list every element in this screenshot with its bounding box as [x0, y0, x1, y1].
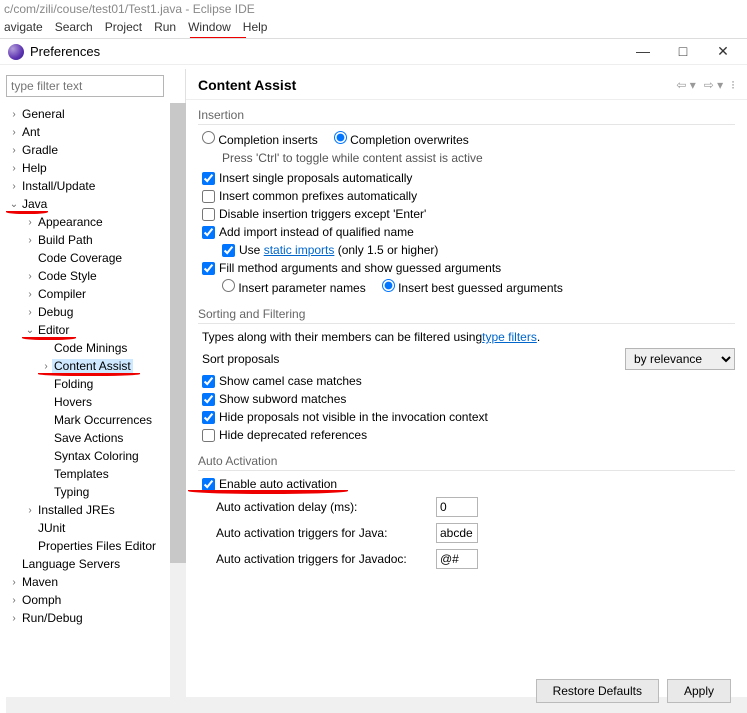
dialog-title: Preferences	[30, 44, 631, 59]
menu-icon[interactable]: ⁝	[731, 78, 735, 92]
tree-item-general[interactable]: ›General	[0, 105, 185, 123]
check-insert-single[interactable]	[202, 172, 215, 185]
menu-project[interactable]: Project	[105, 20, 142, 34]
maximize-button[interactable]: □	[671, 43, 695, 60]
tree-item-ant[interactable]: ›Ant	[0, 123, 185, 141]
sort-proposals-select[interactable]: by relevance	[625, 348, 735, 370]
auto-triggers-java-label: Auto activation triggers for Java:	[216, 526, 436, 540]
check-subword[interactable]	[202, 393, 215, 406]
insertion-group: Insertion Completion inserts Completion …	[198, 108, 735, 295]
apply-button[interactable]: Apply	[667, 679, 731, 703]
check-hide-deprecated[interactable]	[202, 429, 215, 442]
check-hide-not-visible[interactable]	[202, 411, 215, 424]
tree-item-oomph[interactable]: ›Oomph	[0, 591, 185, 609]
tree-item-code-style[interactable]: ›Code Style	[0, 267, 185, 285]
close-button[interactable]: ✕	[711, 43, 735, 60]
menu-navigate[interactable]: avigate	[4, 20, 43, 34]
tree-item-appearance[interactable]: ›Appearance	[0, 213, 185, 231]
radio-completion-overwrites[interactable]: Completion overwrites	[334, 131, 469, 147]
menu-run[interactable]: Run	[154, 20, 176, 34]
forward-icon[interactable]: ⇨ ▾	[704, 78, 723, 92]
check-insert-common[interactable]	[202, 190, 215, 203]
tree-item-syntax-coloring[interactable]: Syntax Coloring	[0, 447, 185, 465]
eclipse-icon	[8, 44, 24, 60]
sort-proposals-label: Sort proposals	[202, 352, 279, 366]
filter-input[interactable]	[6, 75, 164, 97]
tree-item-help[interactable]: ›Help	[0, 159, 185, 177]
tree-item-save-actions[interactable]: Save Actions	[0, 429, 185, 447]
sidebar: ›General›Ant›Gradle›Help›Install/Update⌄…	[0, 69, 186, 713]
sidebar-scrollbar-v[interactable]	[170, 103, 186, 713]
check-fill-args[interactable]	[202, 262, 215, 275]
tree-item-build-path[interactable]: ›Build Path	[0, 231, 185, 249]
menu-help[interactable]: Help	[243, 20, 268, 34]
tree-item-templates[interactable]: Templates	[0, 465, 185, 483]
menubar: avigate Search Project Run Window Help	[0, 18, 747, 36]
insertion-title: Insertion	[198, 108, 735, 125]
sorting-group: Sorting and Filtering Types along with t…	[198, 307, 735, 442]
red-annotation	[6, 209, 48, 214]
check-disable-triggers[interactable]	[202, 208, 215, 221]
content-pane: Content Assist ⇦ ▾ ⇨ ▾ ⁝ Insertion Compl…	[186, 69, 747, 713]
tree-item-install-update[interactable]: ›Install/Update	[0, 177, 185, 195]
auto-delay-field[interactable]	[436, 497, 478, 517]
menu-search[interactable]: Search	[55, 20, 93, 34]
tree-item-code-minings[interactable]: Code Minings	[0, 339, 185, 357]
tree-item-debug[interactable]: ›Debug	[0, 303, 185, 321]
sorting-title: Sorting and Filtering	[198, 307, 735, 324]
link-static-imports[interactable]: static imports	[264, 243, 335, 257]
dialog-titlebar: Preferences — □ ✕	[0, 39, 747, 65]
auto-triggers-javadoc-label: Auto activation triggers for Javadoc:	[216, 552, 436, 566]
auto-delay-label: Auto activation delay (ms):	[216, 500, 436, 514]
radio-param-names[interactable]: Insert parameter names	[222, 279, 366, 295]
tree-item-run-debug[interactable]: ›Run/Debug	[0, 609, 185, 627]
restore-defaults-button[interactable]: Restore Defaults	[536, 679, 659, 703]
tree-item-installed-jres[interactable]: ›Installed JREs	[0, 501, 185, 519]
filter-container	[6, 75, 179, 97]
tree-item-language-servers[interactable]: Language Servers	[0, 555, 185, 573]
auto-activation-group: Auto Activation Enable auto activation A…	[198, 454, 735, 569]
check-camel-case[interactable]	[202, 375, 215, 388]
tree-item-mark-occurrences[interactable]: Mark Occurrences	[0, 411, 185, 429]
tree-item-folding[interactable]: Folding	[0, 375, 185, 393]
insertion-hint: Press 'Ctrl' to toggle while content ass…	[198, 151, 735, 165]
link-type-filters[interactable]: type filters	[482, 330, 537, 344]
red-annotation-auto	[188, 488, 348, 494]
tree-item-typing[interactable]: Typing	[0, 483, 185, 501]
tree-item-code-coverage[interactable]: Code Coverage	[0, 249, 185, 267]
check-add-import[interactable]	[202, 226, 215, 239]
preferences-dialog: Preferences — □ ✕ ›General›Ant›Gradle›He…	[0, 38, 747, 713]
tree-item-hovers[interactable]: Hovers	[0, 393, 185, 411]
back-icon[interactable]: ⇦ ▾	[676, 78, 695, 92]
tree-item-junit[interactable]: JUnit	[0, 519, 185, 537]
window-title-path: c/com/zili/couse/test01/Test1.java - Ecl…	[0, 0, 747, 18]
tree-item-maven[interactable]: ›Maven	[0, 573, 185, 591]
menu-window[interactable]: Window	[188, 20, 231, 34]
radio-completion-inserts[interactable]: Completion inserts	[202, 131, 318, 147]
minimize-button[interactable]: —	[631, 43, 655, 60]
auto-activation-title: Auto Activation	[198, 454, 735, 471]
radio-best-guess[interactable]: Insert best guessed arguments	[382, 279, 563, 295]
sorting-hint: Types along with their members can be fi…	[198, 330, 735, 344]
auto-triggers-javadoc-field[interactable]	[436, 549, 478, 569]
preferences-tree[interactable]: ›General›Ant›Gradle›Help›Install/Update⌄…	[0, 103, 185, 713]
auto-triggers-java-field[interactable]	[436, 523, 478, 543]
red-annotation	[22, 335, 76, 340]
check-use-static-imports[interactable]	[222, 244, 235, 257]
red-annotation	[38, 371, 140, 376]
tree-item-properties-files-editor[interactable]: Properties Files Editor	[0, 537, 185, 555]
tree-item-compiler[interactable]: ›Compiler	[0, 285, 185, 303]
page-title: Content Assist	[198, 77, 676, 93]
tree-item-gradle[interactable]: ›Gradle	[0, 141, 185, 159]
